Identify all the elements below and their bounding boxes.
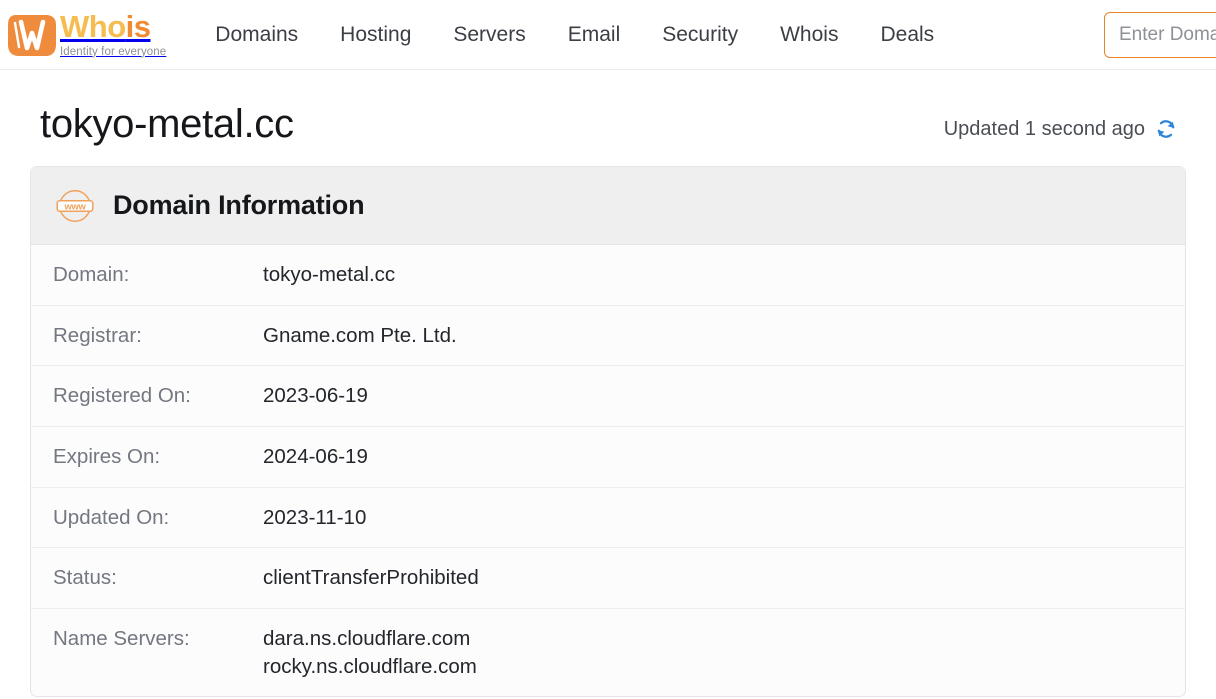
card-title: Domain Information: [113, 190, 365, 220]
page-title: tokyo-metal.cc: [40, 102, 294, 146]
row-value-registered-on: 2023-06-19: [263, 384, 368, 408]
row-label-updated-on: Updated On:: [53, 505, 170, 529]
top-navigation-bar: Whois Identity for everyone Domains Host…: [0, 0, 1216, 70]
name-server-entry: dara.ns.cloudflare.com: [263, 627, 471, 651]
nav-item-security[interactable]: Security: [641, 16, 759, 53]
table-row: Expires On: 2024-06-19: [31, 427, 1185, 488]
table-row: Domain: tokyo-metal.cc: [31, 245, 1185, 306]
whois-w-logo-icon: [6, 9, 58, 61]
row-label-domain: Domain:: [53, 263, 130, 286]
nav-item-deals[interactable]: Deals: [859, 16, 955, 53]
domain-info-table: Domain: tokyo-metal.cc Registrar: Gname.…: [31, 245, 1185, 696]
brand-word-second: is: [125, 8, 151, 44]
refresh-icon[interactable]: [1154, 117, 1178, 141]
nav-item-whois[interactable]: Whois: [759, 16, 859, 53]
row-value-updated-on: 2023-11-10: [263, 505, 367, 529]
www-globe-icon: www: [54, 185, 96, 227]
domain-search-container: [1104, 11, 1216, 58]
page-content: tokyo-metal.cc Updated 1 second ago www: [0, 70, 1216, 698]
nav-item-email[interactable]: Email: [547, 16, 642, 53]
nav-item-domains[interactable]: Domains: [194, 16, 319, 53]
brand-word-first: Who: [60, 8, 126, 44]
row-value-status: clientTransferProhibited: [263, 566, 479, 590]
table-row: Status: clientTransferProhibited: [31, 548, 1185, 609]
table-row: Name Servers: dara.ns.cloudflare.com roc…: [31, 609, 1185, 697]
row-label-registrar: Registrar:: [53, 323, 142, 347]
table-row: Updated On: 2023-11-10: [31, 487, 1185, 548]
updated-status: Updated 1 second ago: [944, 117, 1178, 144]
svg-text:www: www: [64, 200, 87, 211]
row-label-expires-on: Expires On:: [53, 445, 161, 469]
row-value-name-servers: dara.ns.cloudflare.com rocky.ns.cloudfla…: [263, 609, 1185, 697]
brand-tagline: Identity for everyone: [60, 45, 167, 58]
row-label-status: Status:: [53, 566, 117, 590]
row-label-name-servers: Name Servers:: [53, 627, 190, 651]
table-row: Registered On: 2023-06-19: [31, 366, 1185, 427]
page-header: tokyo-metal.cc Updated 1 second ago: [30, 70, 1186, 144]
row-value-registrar: Gname.com Pte. Ltd.: [263, 323, 457, 347]
row-value-expires-on: 2024-06-19: [263, 445, 368, 469]
nav-item-servers[interactable]: Servers: [432, 16, 546, 53]
domain-search-input[interactable]: [1104, 11, 1216, 58]
table-row: Registrar: Gname.com Pte. Ltd.: [31, 305, 1185, 366]
row-label-registered-on: Registered On:: [53, 384, 191, 408]
row-value-domain: tokyo-metal.cc: [263, 263, 396, 286]
domain-information-card: www Domain Information Domain: tokyo-met…: [30, 166, 1186, 698]
name-server-entry: rocky.ns.cloudflare.com: [263, 654, 477, 678]
nav-item-hosting[interactable]: Hosting: [319, 16, 432, 53]
updated-text: Updated 1 second ago: [943, 117, 1145, 140]
main-nav-links: Domains Hosting Servers Email Security W…: [194, 16, 955, 53]
brand-logo-link[interactable]: Whois Identity for everyone: [6, 9, 166, 61]
brand-wordmark: Whois Identity for everyone: [60, 8, 167, 58]
card-header: www Domain Information: [31, 167, 1185, 245]
